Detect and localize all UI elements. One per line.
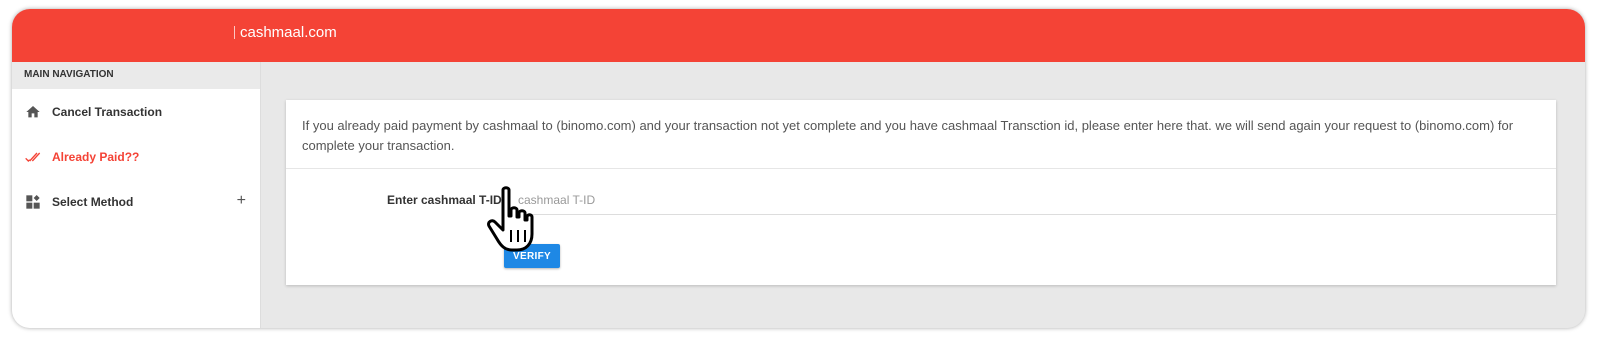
card-divider [286, 168, 1556, 169]
expand-plus-icon[interactable]: + [237, 192, 246, 210]
sidebar-item-label: Select Method [52, 194, 134, 209]
tid-input[interactable] [516, 186, 1556, 215]
sidebar-item-label: Already Paid?? [52, 149, 140, 164]
tid-field-label: Enter cashmaal T-ID [387, 193, 502, 207]
verify-button[interactable]: VERIFY [504, 244, 560, 268]
brand[interactable]: cashmaal.com [234, 24, 337, 41]
sidebar-item-select-method[interactable]: Select Method + [12, 179, 260, 224]
brand-name: cashmaal.com [240, 24, 337, 41]
widgets-icon [24, 193, 42, 211]
app-window: cashmaal.com MAIN NAVIGATION Cancel Tran… [12, 9, 1585, 328]
sidebar: MAIN NAVIGATION Cancel Transaction Alrea… [12, 62, 261, 328]
verify-card: If you already paid payment by cashmaal … [286, 100, 1556, 285]
main-navigation-heading: MAIN NAVIGATION [12, 62, 260, 89]
info-message: If you already paid payment by cashmaal … [302, 118, 1514, 153]
sidebar-item-cancel-transaction[interactable]: Cancel Transaction [12, 89, 260, 134]
main-content: If you already paid payment by cashmaal … [262, 62, 1585, 328]
double-check-icon [24, 148, 42, 166]
top-bar: cashmaal.com [12, 9, 1585, 62]
sidebar-item-already-paid[interactable]: Already Paid?? [12, 134, 260, 179]
brand-divider [234, 26, 235, 39]
sidebar-item-label: Cancel Transaction [52, 104, 163, 119]
home-icon [24, 103, 42, 121]
